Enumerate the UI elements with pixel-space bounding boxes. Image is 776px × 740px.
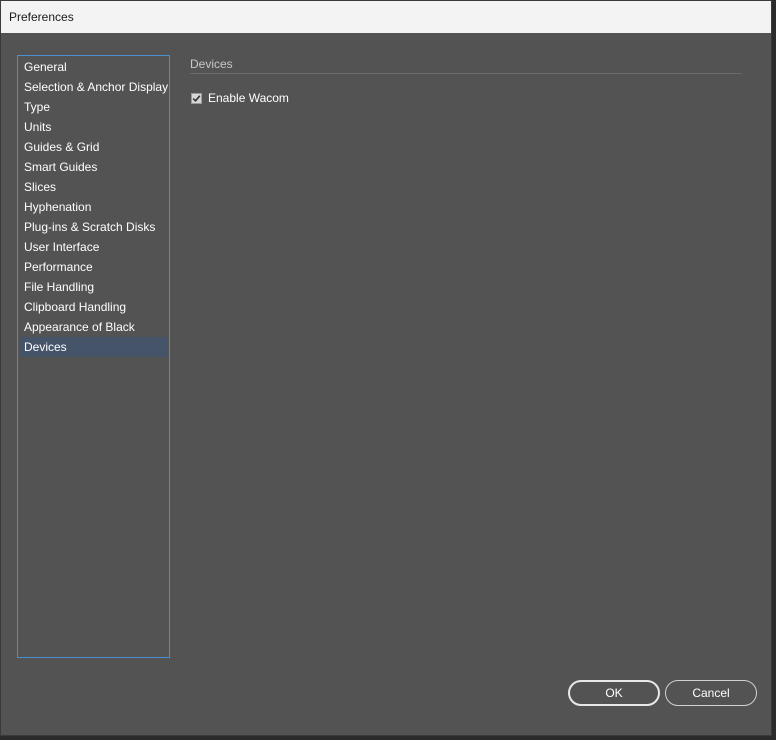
sidebar-item-units[interactable]: Units — [19, 117, 168, 137]
sidebar-item-general[interactable]: General — [19, 57, 168, 77]
sidebar-item-type[interactable]: Type — [19, 97, 168, 117]
section-divider — [190, 73, 742, 74]
cancel-button[interactable]: Cancel — [665, 680, 757, 706]
window-title: Preferences — [1, 1, 771, 33]
sidebar-item-appearance-of-black[interactable]: Appearance of Black — [19, 317, 168, 337]
sidebar-item-file-handling[interactable]: File Handling — [19, 277, 168, 297]
checkmark-icon — [192, 94, 201, 102]
sidebar-item-clipboard-handling[interactable]: Clipboard Handling — [19, 297, 168, 317]
sidebar-item-selection-anchor-display[interactable]: Selection & Anchor Display — [19, 77, 168, 97]
sidebar-item-plugins-scratch-disks[interactable]: Plug-ins & Scratch Disks — [19, 217, 168, 237]
sidebar-item-smart-guides[interactable]: Smart Guides — [19, 157, 168, 177]
preferences-category-list[interactable]: General Selection & Anchor Display Type … — [17, 55, 170, 658]
enable-wacom-checkbox[interactable] — [191, 92, 202, 104]
sidebar-item-user-interface[interactable]: User Interface — [19, 237, 168, 257]
ok-button[interactable]: OK — [568, 680, 660, 706]
preferences-dialog: Preferences General Selection & Anchor D… — [0, 0, 772, 736]
sidebar-item-performance[interactable]: Performance — [19, 257, 168, 277]
sidebar-item-hyphenation[interactable]: Hyphenation — [19, 197, 168, 217]
enable-wacom-label[interactable]: Enable Wacom — [208, 91, 289, 105]
sidebar-item-slices[interactable]: Slices — [19, 177, 168, 197]
sidebar-item-guides-grid[interactable]: Guides & Grid — [19, 137, 168, 157]
section-title: Devices — [190, 57, 233, 71]
enable-wacom-option[interactable]: Enable Wacom — [191, 90, 289, 106]
sidebar-item-devices[interactable]: Devices — [19, 337, 168, 357]
